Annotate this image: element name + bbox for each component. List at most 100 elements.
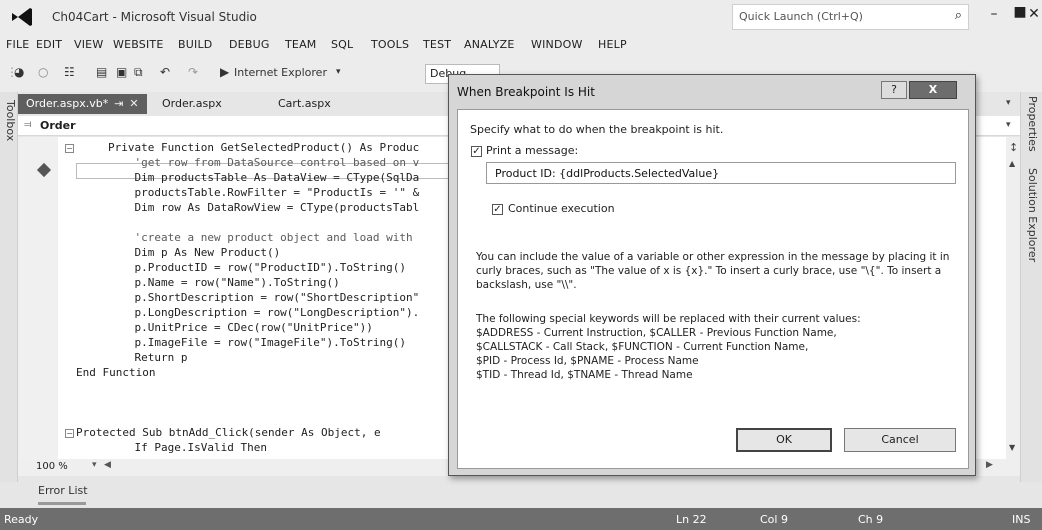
zoom-dropdown-icon[interactable]: ▾ xyxy=(92,460,97,470)
dialog-close-button[interactable]: X xyxy=(909,81,957,99)
menu-sql[interactable]: SQL xyxy=(331,38,353,51)
code-line[interactable]: End Function xyxy=(76,365,155,380)
code-line[interactable]: If Page.IsValid Then xyxy=(108,440,266,455)
properties-tab[interactable]: Properties xyxy=(1026,96,1039,152)
toolbox-tab[interactable]: Toolbox xyxy=(4,100,17,141)
search-icon[interactable]: ⌕ xyxy=(955,8,962,23)
zoom-level[interactable]: 100 % xyxy=(36,461,68,472)
keyword-line: $TID - Thread Id, $TNAME - Thread Name xyxy=(476,369,693,381)
code-line[interactable]: productsTable.RowFilter = "ProductIs = '… xyxy=(108,185,419,200)
tab-label: Cart.aspx xyxy=(278,97,331,110)
code-line[interactable]: 'get row from DataSource control based o… xyxy=(108,155,419,170)
status-bar: Ready Ln 22 Col 9 Ch 9 INS xyxy=(0,508,1042,530)
menu-help[interactable]: HELP xyxy=(598,38,627,51)
menu-bar: FILE EDIT VIEW WEBSITE BUILD DEBUG TEAM … xyxy=(0,34,1042,56)
when-breakpoint-is-hit-dialog: When Breakpoint Is Hit ? X Specify what … xyxy=(448,74,976,476)
scroll-left-icon[interactable]: ◀ xyxy=(104,460,111,470)
error-list-panel: Error List xyxy=(18,478,1020,508)
keywords-intro: The following special keywords will be r… xyxy=(476,313,861,325)
start-debugging-icon[interactable]: ▶ xyxy=(220,65,229,79)
code-line[interactable]: Return p xyxy=(108,350,187,365)
browser-label[interactable]: Internet Explorer xyxy=(234,66,327,79)
keywords-help: The following special keywords will be r… xyxy=(476,312,961,382)
code-line[interactable]: Dim productsTable As DataView = CType(Sq… xyxy=(108,170,419,185)
collapse-icon[interactable]: − xyxy=(65,429,74,438)
code-line[interactable]: p.ProductID = row("ProductID").ToString(… xyxy=(108,260,406,275)
expression-help-text: You can include the value of a variable … xyxy=(476,251,950,291)
menu-team[interactable]: TEAM xyxy=(285,38,317,51)
cancel-button[interactable]: Cancel xyxy=(844,428,956,452)
redo-icon[interactable]: ↷ xyxy=(188,65,198,79)
scroll-right-icon[interactable]: ▶ xyxy=(986,460,993,470)
right-panel-strip: Properties Solution Explorer xyxy=(1020,92,1042,482)
dialog-instruction: Specify what to do when the breakpoint i… xyxy=(470,123,724,136)
collapse-icon[interactable]: − xyxy=(65,144,74,153)
menu-window[interactable]: WINDOW xyxy=(531,38,583,51)
status-insert-mode: INS xyxy=(1012,513,1031,526)
menu-build[interactable]: BUILD xyxy=(178,38,212,51)
code-line[interactable]: p.UnitPrice = CDec(row("UnitPrice")) xyxy=(108,320,372,335)
solution-explorer-tab[interactable]: Solution Explorer xyxy=(1026,168,1039,262)
code-line[interactable]: Dim p As New Product() xyxy=(108,245,280,260)
member-dropdown-icon[interactable]: ▾ xyxy=(1006,120,1011,130)
undo-icon[interactable]: ↶ xyxy=(160,65,170,79)
code-line[interactable]: p.ShortDescription = row("ShortDescripti… xyxy=(108,290,419,305)
close-window-icon[interactable]: ✕ xyxy=(1022,6,1042,26)
code-line[interactable]: Protected Sub btnAdd_Click(sender As Obj… xyxy=(76,425,381,440)
help-button[interactable]: ? xyxy=(881,81,907,99)
class-selector[interactable]: Order xyxy=(40,119,76,132)
open-file-icon[interactable]: ▤ xyxy=(96,65,107,79)
status-column: Col 9 xyxy=(760,513,788,526)
menu-edit[interactable]: EDIT xyxy=(36,38,62,51)
scroll-down-icon[interactable]: ▼ xyxy=(1009,443,1015,452)
tab-order-aspx-vb[interactable]: Order.aspx.vb* ⇥ ✕ xyxy=(18,94,147,114)
class-icon: ⫤ xyxy=(24,119,32,130)
new-project-icon[interactable]: ☷ xyxy=(64,65,75,79)
pin-icon[interactable]: ⇥ xyxy=(114,97,123,110)
status-line: Ln 22 xyxy=(676,513,707,526)
code-line[interactable]: p.ImageFile = row("ImageFile").ToString(… xyxy=(108,335,406,350)
menu-test[interactable]: TEST xyxy=(423,38,451,51)
print-message-label[interactable]: Print a message: xyxy=(486,144,578,157)
menu-analyze[interactable]: ANALYZE xyxy=(464,38,515,51)
tab-label: Order.aspx xyxy=(162,97,222,110)
message-input[interactable] xyxy=(486,162,956,184)
code-line[interactable]: 'create a new product object and load wi… xyxy=(108,230,412,245)
code-line[interactable]: p.LongDescription = row("LongDescription… xyxy=(108,305,419,320)
forward-icon[interactable]: ○ xyxy=(38,65,48,79)
error-list-tab[interactable]: Error List xyxy=(38,484,88,497)
title-bar: Ch04Cart - Microsoft Visual Studio Quick… xyxy=(0,0,1042,34)
ok-button[interactable]: OK xyxy=(736,428,832,452)
editor-vertical-scrollbar[interactable]: ↕ ▲ ▼ xyxy=(1006,137,1020,459)
tab-order-aspx[interactable]: Order.aspx xyxy=(154,94,230,114)
save-icon[interactable]: ▣ xyxy=(116,65,127,79)
browser-dropdown-icon[interactable]: ▾ xyxy=(336,67,341,77)
menu-view[interactable]: VIEW xyxy=(74,38,103,51)
quick-launch-input[interactable]: Quick Launch (Ctrl+Q) ⌕ xyxy=(732,4,969,30)
indicator-margin[interactable] xyxy=(18,137,58,459)
menu-debug[interactable]: DEBUG xyxy=(229,38,270,51)
tab-cart-aspx[interactable]: Cart.aspx xyxy=(270,94,339,114)
tab-label: Order.aspx.vb* xyxy=(26,97,109,110)
code-line[interactable]: Dim row As DataRowView = CType(productsT… xyxy=(108,200,419,215)
print-message-checkbox[interactable]: ✓ xyxy=(471,146,482,157)
dialog-title: When Breakpoint Is Hit xyxy=(457,85,595,99)
save-all-icon[interactable]: ⧉ xyxy=(134,65,143,80)
split-window-icon[interactable]: ↕ xyxy=(1009,141,1018,154)
status-character: Ch 9 xyxy=(858,513,884,526)
menu-file[interactable]: FILE xyxy=(6,38,29,51)
code-line[interactable]: Private Function GetSelectedProduct() As… xyxy=(108,140,419,155)
tab-overflow-icon[interactable]: ▾ xyxy=(1006,98,1011,108)
toolbox-strip: Toolbox xyxy=(0,92,18,482)
keyword-line: $CALLSTACK - Call Stack, $FUNCTION - Cur… xyxy=(476,341,809,353)
continue-execution-checkbox[interactable]: ✓ xyxy=(492,204,503,215)
minimize-icon[interactable]: – xyxy=(982,6,1006,26)
menu-tools[interactable]: TOOLS xyxy=(371,38,409,51)
code-line[interactable]: p.Name = row("Name").ToString() xyxy=(108,275,339,290)
back-icon[interactable]: ◕ xyxy=(14,65,24,79)
close-tab-icon[interactable]: ✕ xyxy=(129,97,138,110)
menu-website[interactable]: WEBSITE xyxy=(113,38,163,51)
dialog-body: Specify what to do when the breakpoint i… xyxy=(457,109,969,469)
scroll-up-icon[interactable]: ▲ xyxy=(1009,159,1015,168)
continue-execution-label[interactable]: Continue execution xyxy=(508,202,615,215)
